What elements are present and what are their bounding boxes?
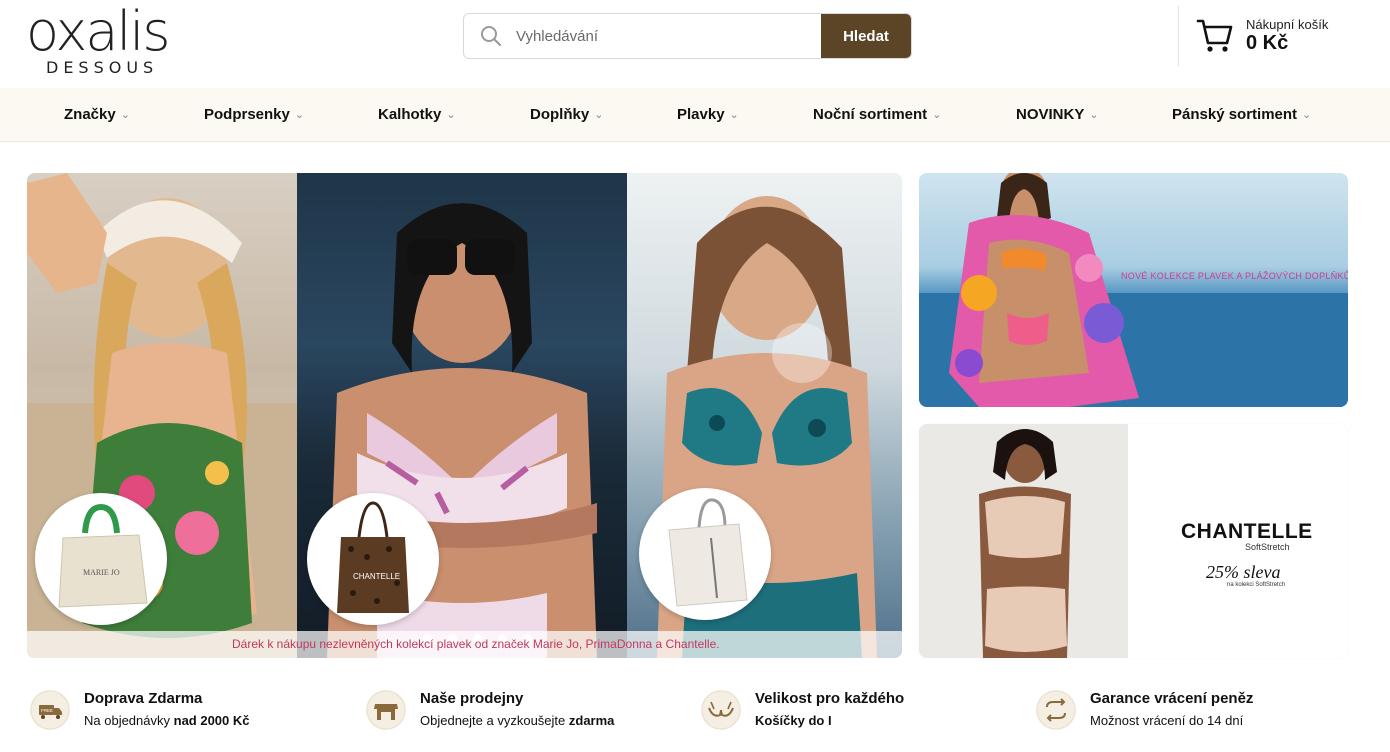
cart-button[interactable]: Nákupní košík 0 Kč: [1196, 14, 1366, 64]
benefit-title: Naše prodejny: [420, 690, 524, 707]
promo-swimwear-banner[interactable]: NOVÉ KOLEKCE PLAVEK A PLÁŽOVÝCH DOPLŇKŮ: [919, 173, 1348, 407]
gift-bag-chantelle[interactable]: CHANTELLE: [307, 493, 439, 625]
tote-bag-icon: MARIE JO: [58, 503, 148, 608]
promo-discount: 25% sleva: [1206, 562, 1281, 582]
svg-text:FREE: FREE: [41, 708, 53, 713]
site-header: oxalis DESSOUS Hledat Nákupní košík 0 Kč: [0, 0, 1390, 88]
hero-caption-bar: Dárek k nákupu nezlevněných kolekcí plav…: [27, 631, 902, 658]
bra-icon: [701, 690, 741, 730]
benefit-free-delivery: FREE Doprava Zdarma Na objednávky nad 20…: [30, 684, 350, 744]
nav-item-pansky-sortiment[interactable]: Pánský sortiment ⌄: [1172, 88, 1311, 142]
nav-label: Pánský sortiment: [1172, 106, 1298, 123]
gift-bag-primadonna[interactable]: [639, 488, 771, 620]
model-figure: [919, 173, 1348, 407]
nav-label: Plavky: [677, 106, 725, 123]
benefit-money-back: Garance vrácení peněz Možnost vrácení do…: [1036, 684, 1356, 744]
nav-label: Značky: [64, 106, 116, 123]
tote-bag-icon: CHANTELLE: [337, 501, 409, 613]
chevron-down-icon: ⌄: [1302, 109, 1312, 121]
chevron-down-icon: ⌄: [932, 109, 942, 121]
tote-bag-icon: [668, 498, 748, 607]
promo-chantelle-banner[interactable]: CHANTELLE SoftStretch 25% sleva na kolek…: [919, 424, 1348, 658]
nav-item-plavky[interactable]: Plavky ⌄: [677, 88, 739, 142]
cart-icon: [1196, 19, 1233, 52]
nav-item-podprsenky[interactable]: Podprsenky ⌄: [204, 88, 304, 142]
benefit-title: Velikost pro každého: [755, 690, 905, 707]
benefit-sizes: Velikost pro každého Košíčky do I: [701, 684, 1021, 744]
nav-item-kalhotky[interactable]: Kalhotky ⌄: [378, 88, 456, 142]
logo-subtitle: DESSOUS: [46, 58, 159, 77]
promo-small-note: na kolekci SoftStretch: [1227, 582, 1286, 588]
free-delivery-truck-icon: FREE: [30, 690, 70, 730]
gift-bag-marie-jo[interactable]: MARIE JO: [35, 493, 167, 625]
exchange-arrows-icon: [1036, 690, 1076, 730]
oxalis-logo[interactable]: oxalis DESSOUS: [26, 0, 178, 78]
nav-label: Kalhotky: [378, 106, 442, 123]
header-divider: [1178, 6, 1179, 66]
search-button[interactable]: Hledat: [821, 14, 911, 58]
benefit-text: Možnost vrácení do 14 dní: [1090, 713, 1244, 728]
search-input[interactable]: [516, 14, 816, 58]
promo-brand-name: CHANTELLE: [1181, 520, 1313, 543]
promo-swimwear-text: NOVÉ KOLEKCE PLAVEK A PLÁŽOVÝCH DOPLŇKŮ: [1121, 271, 1348, 281]
promo-brand-subtitle: SoftStretch: [1245, 542, 1290, 552]
model-figure: [979, 429, 1071, 658]
nav-label: Doplňky: [530, 106, 590, 123]
bag-label: CHANTELLE: [353, 572, 400, 581]
chevron-down-icon: ⌄: [446, 109, 456, 121]
benefit-text: Objednejte a vyzkoušejte zdarma: [420, 713, 615, 728]
chevron-down-icon: ⌄: [120, 109, 130, 121]
cart-label: Nákupní košík: [1246, 17, 1329, 32]
bag-label: MARIE JO: [83, 568, 120, 577]
search-box: Hledat: [463, 13, 912, 59]
benefit-text: Košíčky do I: [755, 713, 832, 728]
nav-label: Noční sortiment: [813, 106, 928, 123]
benefit-title: Doprava Zdarma: [84, 690, 203, 707]
hero-caption: Dárek k nákupu nezlevněných kolekcí plav…: [232, 637, 720, 651]
benefit-stores: Naše prodejny Objednejte a vyzkoušejte z…: [366, 684, 686, 744]
search-icon: [481, 26, 501, 46]
benefit-title: Garance vrácení peněz: [1090, 690, 1254, 707]
promo-chantelle-photo: [919, 424, 1128, 658]
nav-label: NOVINKY: [1016, 106, 1085, 123]
nav-label: Podprsenky: [204, 106, 290, 123]
chevron-down-icon: ⌄: [294, 109, 305, 121]
benefit-text: Na objednávky nad 2000 Kč: [84, 713, 250, 728]
nav-item-znacky[interactable]: Značky ⌄: [64, 88, 130, 142]
store-icon: [366, 690, 406, 730]
cart-total: 0 Kč: [1246, 32, 1289, 54]
nav-item-doplnky[interactable]: Doplňky ⌄: [530, 88, 603, 142]
nav-item-nocni-sortiment[interactable]: Noční sortiment ⌄: [813, 88, 941, 142]
main-navigation: Značky ⌄ Podprsenky ⌄ Kalhotky ⌄ Doplňky ⌄ P…: [0, 88, 1390, 142]
logo-wordmark: oxalis: [26, 0, 171, 63]
chevron-down-icon: ⌄: [1089, 109, 1099, 121]
chevron-down-icon: ⌄: [594, 109, 604, 121]
hero-banner[interactable]: MARIE JO CHANTELLE Dárek k nákupu nezlev…: [27, 173, 902, 658]
nav-item-novinky[interactable]: NOVINKY ⌄: [1016, 88, 1099, 142]
chevron-down-icon: ⌄: [729, 109, 739, 121]
